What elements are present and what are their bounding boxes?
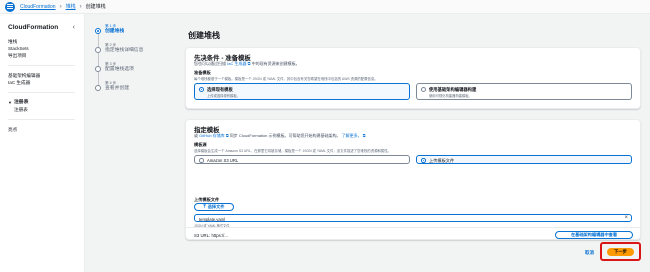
subtitle-text: 或	[194, 133, 198, 138]
specify-template-card: 指定模板 或 GitHub 存储库 ⧉ 同步 CloudFormation 示例…	[185, 119, 642, 241]
external-link-icon: ⧉	[225, 133, 229, 138]
step-1[interactable]: 第 1 步 创建堆栈	[95, 24, 175, 48]
step-name: 指定堆栈详细信息	[105, 48, 144, 53]
option-label: Amazon S3 URL	[207, 158, 239, 163]
divider	[8, 92, 75, 93]
divider	[8, 65, 75, 66]
file-name: template.yaml	[199, 216, 226, 222]
radio-selected-icon	[199, 87, 204, 92]
top-bar: CloudFormation › 堆栈 › 创建堆栈	[0, 0, 650, 14]
next-button[interactable]: 下一步	[607, 248, 634, 256]
s3-url-label: S3 URL: https://...	[194, 233, 228, 238]
chevron-right-icon: ›	[79, 3, 82, 10]
sidebar-item-iac-generator[interactable]: IaC 生成器	[8, 79, 84, 86]
step-2: 第 2 步 指定堆栈详细信息	[95, 43, 175, 67]
page-title: 创建堆栈	[188, 31, 220, 40]
sidebar-item-stacks[interactable]: 堆栈	[8, 38, 84, 45]
template-source-desc: 选择模板会生成一个 Amazon S3 URL，在那里它将被存储。模板是一个 J…	[194, 149, 392, 153]
subtitle-text: 您也可以通过扫描	[194, 61, 226, 66]
breadcrumb-cloudformation[interactable]: CloudFormation	[20, 4, 56, 10]
view-in-infra-composer-button[interactable]: 在基础架构编辑器中查看	[555, 230, 633, 239]
external-link-icon: ⧉	[362, 133, 366, 138]
sidebar-group-label: 注册表	[13, 100, 29, 105]
radio-unselected-icon	[421, 87, 426, 92]
sidebar-item-highlights[interactable]: 亮点	[8, 126, 84, 133]
breadcrumb: CloudFormation › 堆栈 › 创建堆栈	[20, 3, 106, 11]
learn-more-link[interactable]: 了解更多。	[342, 133, 362, 138]
step-4: 第 4 步 查看并创建	[95, 81, 175, 100]
prerequisite-card: 先决条件 - 准备模板 您也可以通过扫描 IaC 生成器 ⧉ 中的现有资源来创建…	[185, 47, 641, 109]
next-button-highlight: 下一步	[600, 242, 641, 261]
option-desc: 使用可视化构建器构建模板。	[429, 93, 472, 98]
subtitle-text: 中的现有资源来创建模板。	[251, 61, 300, 66]
sidebar-title: CloudFormation	[8, 24, 59, 31]
iac-generator-link[interactable]: IaC 生成器	[227, 61, 246, 66]
step-name: 查看并创建	[105, 86, 129, 91]
github-repo-link[interactable]: GitHub 存储库	[199, 133, 225, 138]
option-label: 上传模板文件	[429, 158, 455, 163]
step-pending-icon	[95, 85, 101, 91]
cancel-button[interactable]: 取消	[585, 250, 594, 256]
radio-selected-icon	[421, 158, 426, 163]
source-option-s3-url[interactable]: Amazon S3 URL	[194, 155, 410, 164]
s3-label-text: S3 URL:	[194, 232, 211, 238]
prepare-template-desc: 每个堆栈都基于一个模板。模板是一个 JSON 或 YAML 文件，其中包含有关您…	[194, 77, 378, 81]
choose-file-button[interactable]: ⤒ 选择文件	[194, 203, 234, 211]
option-desc: 上传或选择现有模板。	[207, 93, 240, 98]
close-icon[interactable]: ×	[624, 215, 628, 222]
choose-existing-template-option[interactable]: 选择现有模板 上传或选择现有模板。	[194, 83, 410, 100]
upload-icon: ⤒	[203, 203, 206, 210]
radio-unselected-icon	[199, 158, 204, 163]
subtitle-text: 同步 CloudFormation 示例模板。可帮助您开始构建基础架构。	[229, 133, 341, 138]
step-name: 配置堆栈选项	[105, 67, 134, 72]
selected-file-token: template.yaml ×	[194, 214, 632, 222]
prerequisite-subtitle: 您也可以通过扫描 IaC 生成器 ⧉ 中的现有资源来创建模板。	[194, 61, 300, 67]
specify-template-subtitle: 或 GitHub 存储库 ⧉ 同步 CloudFormation 示例模板。可帮…	[194, 133, 366, 139]
sidebar-item-stacksets[interactable]: StackSets	[8, 45, 84, 52]
close-icon[interactable]: ‹	[73, 24, 75, 31]
wizard-steps: 第 1 步 创建堆栈 第 2 步 指定堆栈详细信息 第 3 步 配置堆栈选项 第…	[95, 24, 175, 100]
build-with-infra-composer-option[interactable]: 使用基础架构编辑器构建 使用可视化构建器构建模板。	[416, 83, 632, 100]
s3-url-bar: S3 URL: https://... 在基础架构编辑器中查看	[186, 227, 642, 241]
sidebar-group-registry[interactable]: ▼ 注册表	[8, 99, 84, 106]
divider	[8, 119, 75, 120]
sidebar-item-registry[interactable]: 注册表	[8, 106, 84, 113]
caret-down-icon: ▼	[8, 100, 12, 105]
breadcrumb-stacks[interactable]: 堆栈	[66, 3, 76, 10]
s3-url-value: https://...	[211, 232, 228, 238]
source-option-upload-file[interactable]: 上传模板文件	[416, 155, 632, 164]
external-link-icon: ⧉	[247, 61, 251, 66]
sidebar: CloudFormation ‹ 堆栈 StackSets 导出项目 基础架构编…	[0, 14, 85, 272]
step-name: 创建堆栈	[105, 29, 125, 34]
sidebar-item-infra-composer[interactable]: 基础架构编辑器	[8, 72, 84, 79]
menu-icon[interactable]	[5, 1, 15, 12]
breadcrumb-current: 创建堆栈	[85, 4, 106, 10]
sidebar-item-exports[interactable]: 导出项目	[8, 52, 84, 59]
button-label: 选择文件	[207, 204, 225, 209]
step-3: 第 3 步 配置堆栈选项	[95, 62, 175, 86]
chevron-right-icon: ›	[59, 3, 62, 10]
